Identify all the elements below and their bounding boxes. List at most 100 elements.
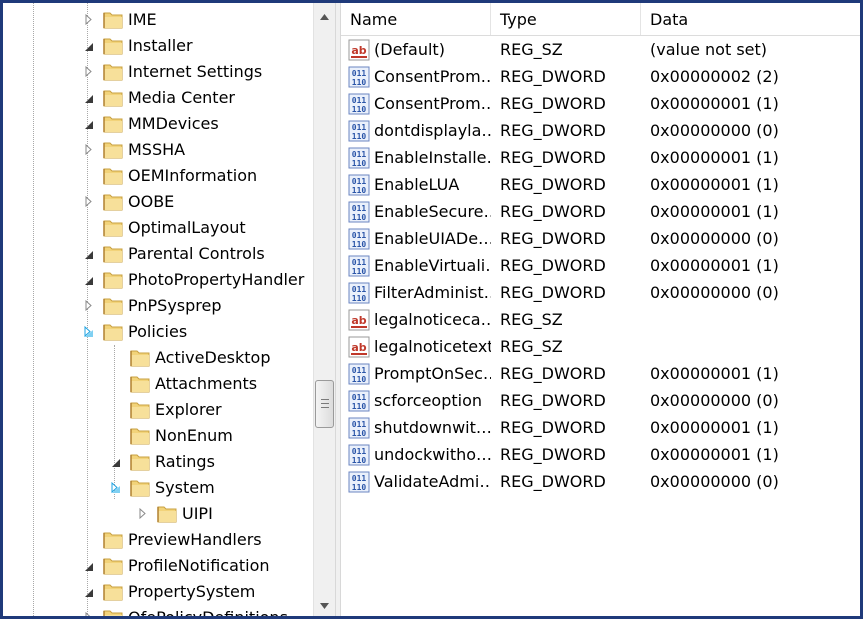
collapse-arrow-icon[interactable] (82, 272, 96, 288)
registry-key-tree[interactable]: IME Installer Internet Settings Media Cente… (3, 3, 313, 616)
value-row[interactable]: 011 110 EnableVirtuali… REG_DWORD 0x00000001… (341, 252, 860, 279)
tree-item[interactable]: Ratings (112, 449, 313, 475)
tree-item[interactable]: PreviewHandlers (102, 527, 313, 553)
expand-arrow-icon[interactable] (82, 610, 96, 616)
tree-guide-line (114, 345, 115, 499)
svg-text:011: 011 (352, 258, 367, 267)
tree-item-label: UIPI (182, 504, 213, 523)
tree-item[interactable]: System (111, 475, 313, 501)
string-value-icon: ab (348, 309, 370, 331)
value-row[interactable]: 011 110 ConsentProm… REG_DWORD 0x00000001 (1… (341, 90, 860, 117)
value-data: 0x00000001 (1) (650, 175, 779, 194)
svg-text:110: 110 (352, 375, 367, 384)
tree-item-label: MMDevices (128, 114, 219, 133)
scroll-up-arrow-icon[interactable] (314, 7, 335, 27)
value-name: undockwitho… (374, 445, 491, 464)
string-value-icon: ab (348, 39, 370, 61)
tree-item-label: PreviewHandlers (128, 530, 262, 549)
collapse-arrow-icon[interactable] (82, 38, 96, 54)
value-type: REG_DWORD (500, 364, 606, 383)
tree-scrollbar[interactable] (313, 3, 335, 616)
value-row[interactable]: ab (Default) REG_SZ (value not set) (341, 36, 860, 63)
value-row[interactable]: 011 110 FilterAdminist… REG_DWORD 0x00000000… (341, 279, 860, 306)
value-row[interactable]: 011 110 dontdisplayla… REG_DWORD 0x00000000 … (341, 117, 860, 144)
tree-item[interactable]: Internet Settings (85, 59, 313, 85)
collapse-arrow-icon[interactable] (82, 584, 96, 600)
value-type: REG_DWORD (500, 94, 606, 113)
tree-item[interactable]: MSSHA (85, 137, 313, 163)
binary-value-icon: 011 110 (348, 228, 370, 250)
value-type: REG_SZ (500, 40, 563, 59)
tree-item[interactable]: OOBE (85, 189, 313, 215)
column-header-name[interactable]: Name (341, 3, 491, 35)
expand-arrow-icon[interactable] (136, 506, 150, 522)
value-type: REG_DWORD (500, 418, 606, 437)
collapse-arrow-icon[interactable] (109, 454, 123, 470)
tree-item[interactable]: NonEnum (129, 423, 313, 449)
tree-item[interactable]: OptimalLayout (102, 215, 313, 241)
value-row[interactable]: ab legalnoticetext REG_SZ (341, 333, 860, 360)
tree-item[interactable]: Installer (85, 33, 313, 59)
value-row[interactable]: 011 110 EnableSecure… REG_DWORD 0x00000001 (… (341, 198, 860, 225)
tree-item[interactable]: UIPI (139, 501, 313, 527)
value-row[interactable]: 011 110 ValidateAdmi… REG_DWORD 0x00000000 (… (341, 468, 860, 495)
collapse-arrow-icon[interactable] (82, 246, 96, 262)
value-type: REG_DWORD (500, 121, 606, 140)
tree-item-label: Ratings (155, 452, 215, 471)
scroll-down-arrow-icon[interactable] (314, 596, 335, 616)
registry-values-list[interactable]: Name Type Data ab (Default) REG_SZ (value n… (341, 3, 860, 616)
value-row[interactable]: 011 110 EnableUIADe… REG_DWORD 0x00000000 (0… (341, 225, 860, 252)
collapse-arrow-icon[interactable] (82, 558, 96, 574)
tree-item[interactable]: ActiveDesktop (129, 345, 313, 371)
column-header-type[interactable]: Type (491, 3, 641, 35)
tree-item[interactable]: PnPSysprep (85, 293, 313, 319)
open-arrow-icon[interactable] (82, 324, 96, 340)
value-row[interactable]: 011 110 PromptOnSec… REG_DWORD 0x00000001 (1… (341, 360, 860, 387)
value-name: FilterAdminist… (374, 283, 491, 302)
value-name: EnableUIADe… (374, 229, 491, 248)
tree-item[interactable]: Attachments (129, 371, 313, 397)
value-type: REG_DWORD (500, 445, 606, 464)
tree-item[interactable]: Media Center (85, 85, 313, 111)
tree-item[interactable]: ProfileNotification (85, 553, 313, 579)
tree-item-label: OOBE (128, 192, 175, 211)
tree-item[interactable]: PropertySystem (85, 579, 313, 605)
value-row[interactable]: ab legalnoticeca… REG_SZ (341, 306, 860, 333)
expand-arrow-icon[interactable] (82, 194, 96, 210)
expand-arrow-icon[interactable] (82, 298, 96, 314)
svg-text:011: 011 (352, 474, 367, 483)
tree-item[interactable]: IME (85, 7, 313, 33)
value-type: REG_DWORD (500, 202, 606, 221)
folder-icon (129, 426, 151, 446)
tree-item[interactable]: Policies (84, 319, 313, 345)
value-row[interactable]: 011 110 scforceoption REG_DWORD 0x00000000 (… (341, 387, 860, 414)
expand-arrow-icon[interactable] (82, 12, 96, 28)
folder-icon (102, 88, 124, 108)
value-row[interactable]: 011 110 undockwitho… REG_DWORD 0x00000001 (1… (341, 441, 860, 468)
binary-value-icon: 011 110 (348, 174, 370, 196)
open-arrow-icon[interactable] (109, 480, 123, 496)
collapse-arrow-icon[interactable] (82, 116, 96, 132)
tree-item[interactable]: OEMInformation (102, 163, 313, 189)
value-row[interactable]: 011 110 EnableInstalle… REG_DWORD 0x00000001… (341, 144, 860, 171)
column-header-data[interactable]: Data (641, 3, 860, 35)
value-type: REG_DWORD (500, 175, 606, 194)
value-row[interactable]: 011 110 EnableLUA REG_DWORD 0x00000001 (1) (341, 171, 860, 198)
expand-arrow-icon[interactable] (82, 64, 96, 80)
value-row[interactable]: 011 110 shutdownwit… REG_DWORD 0x00000001 (1… (341, 414, 860, 441)
expand-arrow-icon[interactable] (82, 142, 96, 158)
tree-item-label: Policies (128, 322, 188, 341)
tree-item[interactable]: Explorer (129, 397, 313, 423)
value-row[interactable]: 011 110 ConsentProm… REG_DWORD 0x00000002 (2… (341, 63, 860, 90)
tree-item-label: System (155, 478, 215, 497)
tree-item[interactable]: Parental Controls (85, 241, 313, 267)
tree-item[interactable]: PhotoPropertyHandler (85, 267, 313, 293)
tree-item[interactable]: QfePolicyDefinitions (85, 605, 313, 616)
folder-icon (102, 530, 124, 550)
svg-text:110: 110 (352, 213, 367, 222)
tree-item[interactable]: MMDevices (85, 111, 313, 137)
tree-item-label: MSSHA (128, 140, 186, 159)
collapse-arrow-icon[interactable] (82, 90, 96, 106)
folder-icon (102, 218, 124, 238)
scroll-thumb[interactable] (315, 380, 334, 428)
